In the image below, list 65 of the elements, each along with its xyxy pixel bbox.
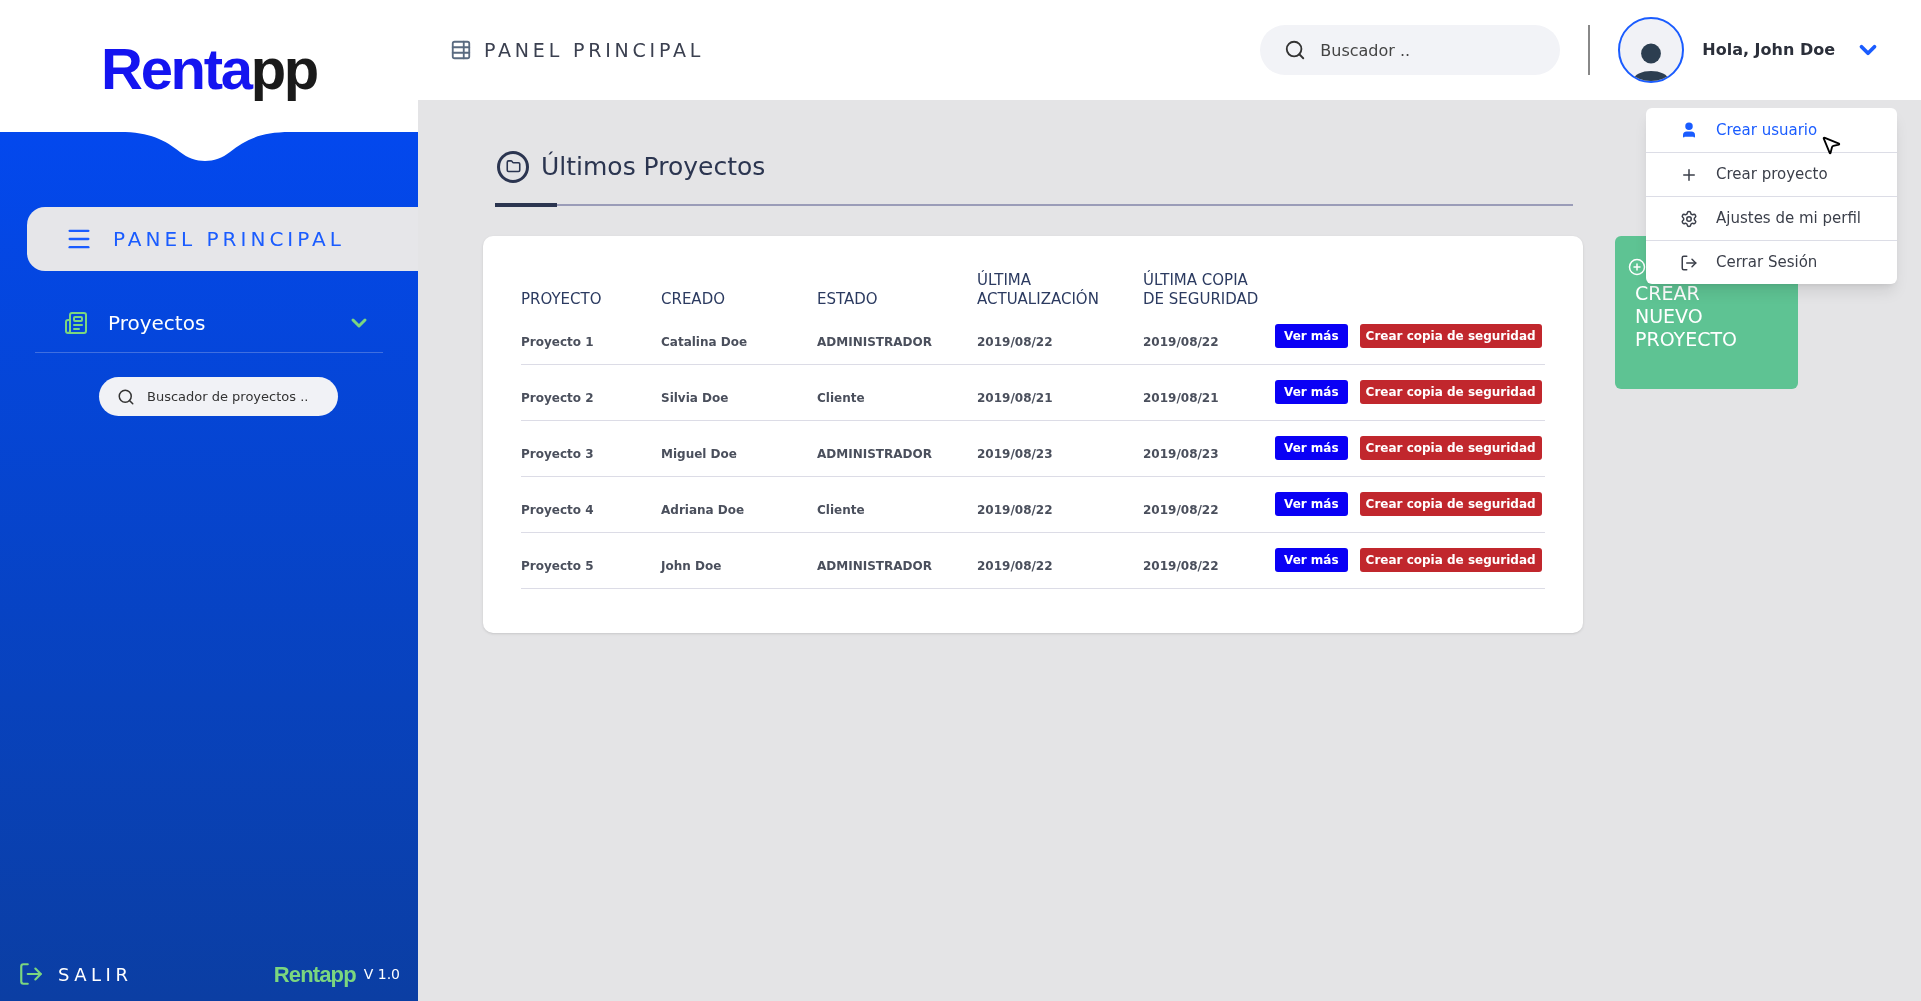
table-cell-text: Cliente [817, 390, 866, 407]
view-more-button[interactable]: Ver más [1275, 324, 1348, 348]
table-cell-text: Proyecto 5 [521, 558, 595, 575]
table-cell-text: 2019/08/23 [1143, 446, 1220, 463]
search-icon [117, 388, 135, 406]
table-cell-text: Proyecto 1 [521, 334, 595, 351]
table-cell-text: Proyecto 3 [521, 446, 595, 463]
column-header: PROYECTO [521, 289, 603, 309]
table-cell-text: 2019/08/23 [977, 446, 1054, 463]
section-title: Últimos Proyectos [541, 150, 766, 183]
backup-button[interactable]: Crear copia de seguridad [1359, 380, 1542, 404]
sidebar-item[interactable]: PANEL PRINCIPAL [27, 207, 418, 271]
table-cell-text: 2019/08/21 [977, 390, 1054, 407]
view-more-button[interactable]: Ver más [1275, 548, 1348, 572]
table-cell-text: Silvia Doe [661, 390, 730, 407]
table-cell-text: 2019/08/22 [1143, 334, 1220, 351]
table-cell-text: 2019/08/22 [1143, 502, 1220, 519]
table-cell-text: John Doe [661, 558, 723, 575]
table-cell-text: 2019/08/21 [1143, 390, 1220, 407]
logo: Rentapp [101, 34, 317, 103]
backup-button[interactable]: Crear copia de seguridad [1359, 324, 1542, 348]
table-cell-text: 2019/08/22 [1143, 558, 1220, 575]
menu-item[interactable]: Crear usuario [1646, 108, 1897, 152]
column-header: ÚLTIMA COPIA DE SEGURIDAD [1143, 270, 1260, 309]
menu-item[interactable]: Ajustes de mi perfil [1646, 196, 1897, 240]
column-header: CREADO [661, 289, 726, 309]
table-cell-text: Proyecto 4 [521, 502, 595, 519]
table-cell-text: ADMINISTRADOR [817, 446, 933, 463]
table-cell-text: Catalina Doe [661, 334, 749, 351]
table-icon [450, 39, 472, 61]
view-more-button[interactable]: Ver más [1275, 380, 1348, 404]
folder-icon [497, 150, 529, 183]
backup-button[interactable]: Crear copia de seguridad [1359, 436, 1542, 460]
table-cell-text: 2019/08/22 [977, 558, 1054, 575]
search-icon [1284, 39, 1307, 61]
menu-item[interactable]: Cerrar Sesión [1646, 240, 1897, 284]
logout-icon [1680, 253, 1698, 272]
table-cell-text: 2019/08/22 [977, 502, 1054, 519]
search-field[interactable]: Buscador de proyectos .. [99, 377, 338, 416]
search-field[interactable]: Buscador .. [1260, 25, 1561, 75]
table-cell-text: Adriana Doe [661, 502, 746, 519]
column-header: ÚLTIMA ACTUALIZACIÓN [977, 270, 1100, 309]
view-more-button[interactable]: Ver más [1275, 436, 1348, 460]
table-cell-text: Proyecto 2 [521, 390, 595, 407]
table-cell-text: ADMINISTRADOR [817, 334, 933, 351]
version-label: V 1.0 [363, 964, 400, 984]
backup-button[interactable]: Crear copia de seguridad [1359, 492, 1542, 516]
user-greeting: Hola, John Doe [1702, 39, 1835, 61]
settings-icon [1680, 209, 1698, 228]
footer-logo: Rentapp [273, 960, 356, 989]
page-title: PANEL PRINCIPAL [484, 37, 705, 63]
sidebar-item[interactable]: Proyectos [35, 293, 383, 353]
user-icon [1680, 121, 1698, 139]
view-more-button[interactable]: Ver más [1275, 492, 1348, 516]
table-cell-text: 2019/08/22 [977, 334, 1054, 351]
exit-button[interactable]: SALIR [18, 960, 133, 988]
menu-item[interactable]: Crear proyecto [1646, 152, 1897, 196]
exit-icon [18, 961, 44, 987]
table-cell-text: Cliente [817, 502, 866, 519]
backup-button[interactable]: Crear copia de seguridad [1359, 548, 1542, 572]
column-header: ESTADO [817, 289, 879, 309]
mouse-cursor-icon [1820, 134, 1842, 156]
table-cell-text: Miguel Doe [661, 446, 738, 463]
table-cell-text: ADMINISTRADOR [817, 558, 933, 575]
newspaper-icon [64, 310, 88, 335]
